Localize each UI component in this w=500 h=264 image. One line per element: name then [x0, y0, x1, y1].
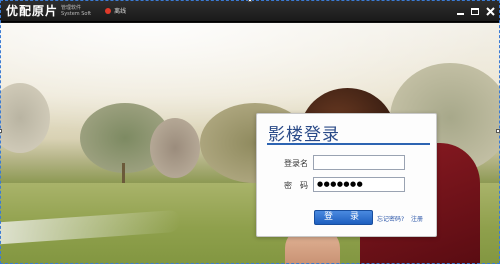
- login-dialog: 影楼登录 登录名 密 码 ●●●●●●● 登 录 忘记密码? 注册: [256, 113, 437, 237]
- tree: [150, 118, 200, 178]
- resize-handle[interactable]: [496, 129, 500, 133]
- maximize-icon: [471, 7, 479, 15]
- app-logo: 优配原片 管理软件 System Soft: [6, 2, 91, 19]
- resize-handle[interactable]: [0, 129, 2, 133]
- forgot-password-link[interactable]: 忘记密码?: [377, 214, 404, 223]
- close-button[interactable]: [484, 5, 496, 17]
- network-status-text: 离线: [114, 8, 127, 15]
- login-button[interactable]: 登 录: [314, 210, 373, 225]
- register-link[interactable]: 注册: [411, 214, 423, 223]
- minimize-button[interactable]: [454, 5, 466, 17]
- title-bar: 优配原片 管理软件 System Soft 离线: [0, 0, 500, 22]
- network-status: 离线: [105, 6, 126, 15]
- app-logo-text: 优配原片: [6, 4, 59, 18]
- title-divider: [267, 143, 430, 145]
- username-label: 登录名: [284, 159, 308, 168]
- username-field[interactable]: [313, 155, 405, 170]
- resize-handle[interactable]: [248, 0, 252, 2]
- offline-status-icon: [105, 7, 112, 14]
- maximize-button[interactable]: [469, 5, 481, 17]
- password-field[interactable]: ●●●●●●●: [313, 177, 405, 192]
- window-controls: [451, 0, 496, 22]
- login-title: 影楼登录: [268, 125, 340, 145]
- app-logo-subtitle-en: System Soft: [61, 10, 92, 17]
- close-icon: [485, 6, 495, 16]
- app-logo-subtitle: 管理软件 System Soft: [61, 5, 91, 17]
- minimize-icon: [456, 13, 464, 15]
- password-label: 密 码: [284, 181, 308, 190]
